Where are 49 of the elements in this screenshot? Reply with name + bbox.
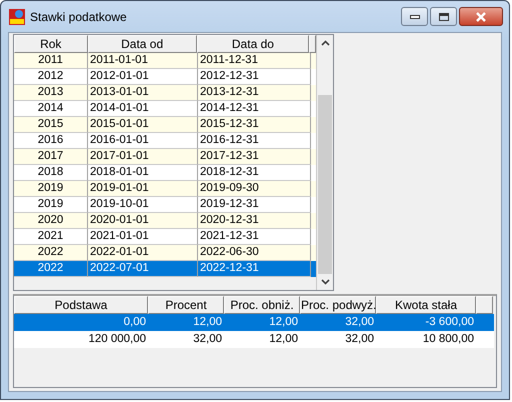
table-cell: 2022 (14, 261, 88, 277)
table-row[interactable]: 120 000,00 32,00 12,00 32,00 10 800,00 (14, 331, 494, 348)
scroll-thumb[interactable] (318, 95, 332, 274)
table-row[interactable]: 0,00 12,00 12,00 32,00 -3 600,00 (14, 314, 494, 331)
scroll-down-icon[interactable] (320, 279, 330, 285)
table-row[interactable]: 2017 2017-01-01 2017-12-31 (14, 149, 316, 165)
maximize-icon (438, 12, 448, 20)
column-header[interactable]: Data od (88, 35, 197, 53)
table-row[interactable]: 2015 2015-01-01 2015-12-31 (14, 117, 316, 133)
table-row[interactable]: 2021 2021-01-01 2021-12-31 (14, 229, 316, 245)
column-header[interactable]: Proc. podwyż. (300, 296, 376, 314)
table-cell-text: 12,00 (268, 332, 299, 347)
table-row[interactable]: 2019 2019-01-01 2019-09-30 (14, 181, 316, 197)
table-cell-text: 12,00 (192, 315, 223, 330)
column-header[interactable]: Rok (14, 35, 88, 53)
column-header[interactable]: Procent (148, 296, 224, 314)
maximize-button[interactable] (430, 7, 457, 26)
table-row[interactable]: 2013 2013-01-01 2013-12-31 (14, 85, 316, 101)
table-cell: 2022-12-31 (198, 261, 311, 277)
table-row[interactable]: 2012 2012-01-01 2012-12-31 (14, 69, 316, 85)
table-cell-text: -3 600,00 (424, 315, 475, 330)
table-row[interactable]: 2018 2018-01-01 2018-12-31 (14, 165, 316, 181)
close-icon (475, 12, 487, 22)
table-cell-text: 32,00 (192, 332, 223, 347)
scroll-up-icon[interactable] (320, 40, 330, 46)
table-row[interactable]: 2022 2022-01-01 2022-06-30 (14, 245, 316, 261)
table-cell-text: 32,00 (344, 315, 375, 330)
column-header[interactable]: Proc. obniż. (224, 296, 300, 314)
close-button[interactable] (459, 7, 503, 26)
column-header[interactable]: Podstawa (14, 296, 148, 314)
table-cell-text: 32,00 (344, 332, 375, 347)
table-row[interactable]: 2011 2011-01-01 2011-12-31 (14, 53, 316, 69)
table-row[interactable]: 2019 2019-10-01 2019-12-31 (14, 197, 316, 213)
column-header[interactable]: Kwota stała (376, 296, 476, 314)
table-cell: 2022-07-01 (88, 261, 198, 277)
table-row[interactable]: 2020 2020-01-01 2020-12-31 (14, 213, 316, 229)
window-title: Stawki podatkowe (30, 10, 127, 24)
table-cell-text: 120 000,00 (87, 332, 147, 347)
table-cell-text: 10 800,00 (422, 332, 475, 347)
table-row[interactable]: 2016 2016-01-01 2016-12-31 (14, 133, 316, 149)
column-header[interactable]: Data do (196, 35, 310, 53)
table-row[interactable]: 2014 2014-01-01 2014-12-31 (14, 101, 316, 117)
minimize-button[interactable] (401, 7, 428, 26)
table-cell-text: 12,00 (268, 315, 299, 330)
table-cell-text: 0,00 (122, 315, 147, 330)
table-row[interactable]: 2022 2022-07-01 2022-12-31 (14, 261, 316, 277)
app-logo-icon (9, 8, 25, 24)
scrollbar[interactable] (316, 35, 333, 290)
minimize-icon (410, 14, 420, 18)
